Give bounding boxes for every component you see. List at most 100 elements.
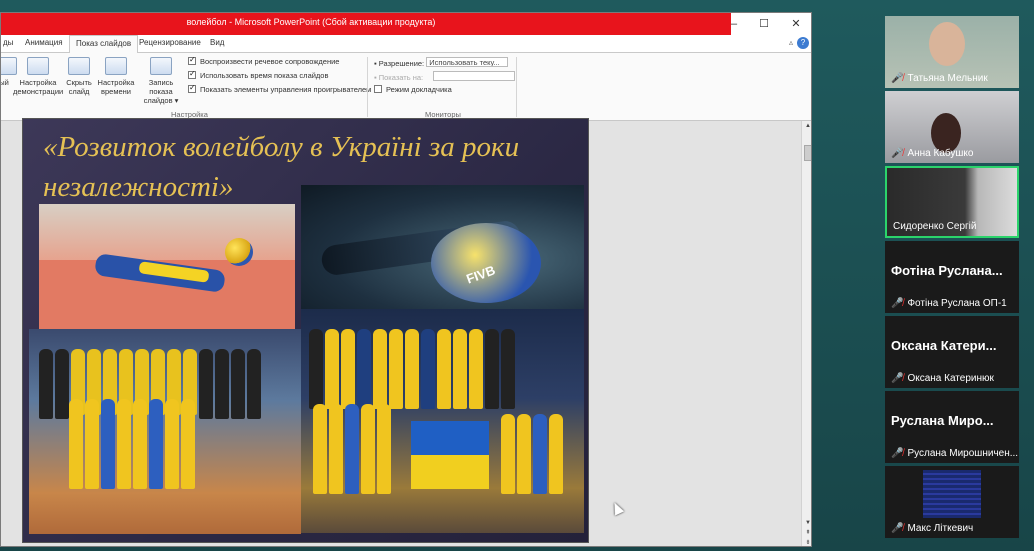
checkbox-icon	[188, 69, 196, 79]
hide-slide-button[interactable]: Скрыть слайд	[63, 57, 95, 96]
team-row	[309, 329, 515, 409]
ribbon-collapse-icon[interactable]: ▵	[789, 38, 793, 47]
vertical-scrollbar[interactable]: ▲ ▼ ⇞ ⇟	[801, 121, 811, 546]
participant-name: Макс Літкевич	[907, 523, 974, 534]
player-figure	[165, 399, 179, 489]
coach-figure	[199, 349, 213, 419]
ribbon: ый Настройка демонстрации Скрыть слайд Н…	[0, 53, 811, 121]
resolution-combo[interactable]: ▪ Разрешение: Использовать теку...	[374, 57, 509, 68]
player-figure	[85, 399, 99, 489]
player-figure	[357, 329, 371, 409]
checkbox-label: Режим докладчика	[386, 85, 452, 94]
record-slideshow-button[interactable]: Запись показа слайдов ▾	[136, 57, 186, 105]
coach-figure	[39, 349, 53, 419]
show-on-label: Показать на:	[378, 73, 424, 82]
hide-slide-icon	[68, 57, 90, 75]
next-slide-icon[interactable]: ⇟	[802, 539, 811, 546]
ribbon-button-partial[interactable]: ый	[0, 57, 17, 87]
tab-review[interactable]: Рецензирование	[139, 38, 201, 47]
flag-blue-stripe	[411, 421, 489, 455]
participant-display-name: Фотіна Руслана...	[891, 263, 1003, 278]
player-figure	[133, 399, 147, 489]
scroll-up-icon[interactable]: ▲	[802, 123, 811, 129]
participant-name: Татьяна Мельник	[907, 73, 988, 84]
photo-men-team	[301, 309, 584, 533]
photo-women-team	[29, 329, 301, 534]
participant-tile[interactable]: Оксана Катери... 🎤̸ Оксана Катеринюк	[885, 316, 1019, 388]
checkbox-narration[interactable]: Воспроизвести речевое сопровождение	[188, 55, 339, 66]
window-title: волейбол - Microsoft PowerPoint (Сбой ак…	[186, 17, 436, 27]
player-figure	[377, 404, 391, 494]
participant-tile[interactable]: Руслана Миро... 🎤̸ Руслана Мирошничен...	[885, 391, 1019, 463]
team-row	[501, 414, 563, 494]
profile-picture	[923, 470, 981, 518]
coach-figure	[501, 329, 515, 409]
rehearse-timings-button[interactable]: Настройка времени	[96, 57, 136, 96]
scroll-thumb[interactable]	[804, 145, 811, 161]
participant-tile[interactable]: 🎤̸ Татьяна Мельник	[885, 16, 1019, 88]
volleyball-shape	[431, 223, 541, 303]
player-figure	[421, 329, 435, 409]
minimize-button[interactable]: –	[719, 15, 749, 33]
player-figure	[69, 399, 83, 489]
timer-icon	[105, 57, 127, 75]
participant-display-name: Оксана Катери...	[891, 338, 997, 353]
participant-tile[interactable]: Фотіна Руслана... 🎤̸ Фотіна Руслана ОП-1	[885, 241, 1019, 313]
mic-muted-icon: 🎤̸	[891, 448, 904, 459]
slide-canvas[interactable]: «Розвиток волейболу в Україні за роки не…	[22, 118, 589, 543]
flag-yellow-stripe	[411, 455, 489, 489]
participant-name: Анна Кабушко	[907, 148, 974, 159]
player-figure	[373, 329, 387, 409]
libero-figure	[101, 399, 115, 489]
participant-face	[929, 22, 965, 66]
participant-name: Оксана Катеринюк	[907, 373, 994, 384]
libero-figure	[149, 399, 163, 489]
participant-tile[interactable]: 🎤̸ Макс Літкевич	[885, 466, 1019, 538]
setup-show-label: Настройка демонстрации	[13, 78, 64, 96]
ukraine-flag	[411, 421, 489, 489]
coach-figure	[231, 349, 245, 419]
player-figure	[181, 399, 195, 489]
show-on-combo: ▪ Показать на:	[374, 71, 516, 82]
ribbon-separator	[367, 57, 368, 117]
prev-slide-icon[interactable]: ⇞	[802, 529, 811, 536]
scroll-down-icon[interactable]: ▼	[802, 520, 811, 526]
checkbox-icon	[374, 85, 382, 93]
tab-view[interactable]: Вид	[210, 38, 224, 47]
mic-muted-icon: 🎤̸	[891, 373, 904, 384]
player-figure	[361, 404, 375, 494]
player-figure	[389, 329, 403, 409]
player-figure	[329, 404, 343, 494]
coach-figure	[485, 329, 499, 409]
player-figure	[469, 329, 483, 409]
ribbon-separator	[516, 57, 517, 117]
mic-muted-icon: 🎤̸	[891, 298, 904, 309]
tab-animation[interactable]: Анимация	[25, 38, 63, 47]
tab-slideshow[interactable]: Показ слайдов	[69, 35, 139, 54]
checkbox-label: Использовать время показа слайдов	[200, 71, 329, 80]
participant-tile[interactable]: 🎤̸ Анна Кабушко	[885, 91, 1019, 163]
checkbox-timings[interactable]: Использовать время показа слайдов	[188, 69, 329, 80]
checkbox-media-controls[interactable]: Показать элементы управления проигрывате…	[188, 83, 371, 94]
ribbon-button-label: ый	[0, 78, 9, 87]
resolution-field[interactable]: Использовать теку...	[426, 57, 509, 67]
player-figure	[453, 329, 467, 409]
volleyball-shape	[225, 238, 253, 266]
participant-name: Руслана Мирошничен...	[907, 448, 1019, 459]
title-bar: волейбол - Microsoft PowerPoint (Сбой ак…	[1, 13, 811, 35]
coach-figure	[55, 349, 69, 419]
participant-tile-active[interactable]: Сидоренко Сергій	[885, 166, 1019, 238]
setup-show-button[interactable]: Настройка демонстрации	[13, 57, 63, 96]
ribbon-tabs: ды Анимация Показ слайдов Рецензирование…	[1, 35, 811, 54]
tab-partial[interactable]: ды	[3, 38, 13, 47]
player-figure	[533, 414, 547, 494]
close-button[interactable]: ✕	[781, 15, 811, 33]
help-icon[interactable]: ?	[797, 37, 809, 49]
player-figure	[345, 404, 359, 494]
participants-panel: 🎤̸ Татьяна Мельник 🎤̸ Анна Кабушко Сидорен…	[885, 16, 1019, 546]
checkbox-presenter-view[interactable]: Режим докладчика	[374, 85, 452, 94]
participant-display-name: Руслана Миро...	[891, 413, 994, 428]
setup-icon	[27, 57, 49, 75]
mic-muted-icon: 🎤̸	[891, 523, 904, 534]
maximize-button[interactable]: ☐	[749, 15, 779, 33]
